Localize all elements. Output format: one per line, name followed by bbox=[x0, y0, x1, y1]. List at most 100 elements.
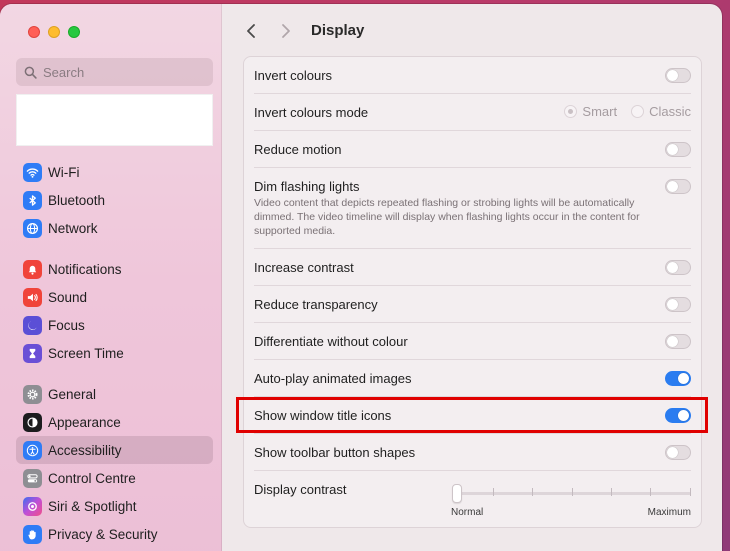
sidebar-item-label: Accessibility bbox=[48, 442, 122, 458]
toolbar-shapes-toggle[interactable] bbox=[665, 445, 691, 460]
differentiate-toggle[interactable] bbox=[665, 334, 691, 349]
sidebar-item-label: Siri & Spotlight bbox=[48, 498, 137, 514]
sidebar-item-label: Wi-Fi bbox=[48, 164, 80, 180]
search-field[interactable] bbox=[16, 58, 213, 86]
setting-label: Auto-play animated images bbox=[254, 371, 412, 386]
moon-icon bbox=[23, 315, 42, 335]
accessibility-icon bbox=[23, 440, 42, 460]
display-settings-panel: Invert colours Invert colours mode Smart… bbox=[243, 56, 702, 528]
sidebar-item-label: Notifications bbox=[48, 261, 122, 277]
setting-label: Display contrast bbox=[254, 482, 347, 497]
radio-label: Classic bbox=[649, 104, 691, 119]
back-button[interactable] bbox=[241, 20, 261, 42]
reduce-transparency-toggle[interactable] bbox=[665, 297, 691, 312]
close-window-button[interactable] bbox=[28, 26, 40, 38]
setting-row-reduce-motion: Reduce motion bbox=[254, 131, 691, 168]
radio-classic[interactable]: Classic bbox=[631, 104, 691, 119]
sidebar-item-label: Focus bbox=[48, 317, 85, 333]
sidebar-item-general[interactable]: General bbox=[16, 380, 213, 408]
sidebar-item-label: Sound bbox=[48, 289, 88, 305]
sidebar-group-system: General Appearance Accessibility Control… bbox=[16, 380, 213, 548]
sidebar-group-notifications: Notifications Sound Focus Screen Time bbox=[16, 255, 213, 367]
sidebar-item-label: Appearance bbox=[48, 414, 121, 430]
sidebar-item-bluetooth[interactable]: Bluetooth bbox=[16, 186, 213, 214]
chevron-left-icon bbox=[247, 24, 255, 38]
display-contrast-slider[interactable] bbox=[452, 484, 691, 503]
window-controls bbox=[28, 26, 80, 38]
setting-label: Reduce transparency bbox=[254, 297, 378, 312]
setting-description: Video content that depicts repeated flas… bbox=[254, 197, 640, 237]
main-content: Display Invert colours Invert colours mo… bbox=[223, 4, 722, 551]
setting-row-reduce-transparency: Reduce transparency bbox=[254, 286, 691, 323]
dim-flashing-toggle[interactable] bbox=[665, 179, 691, 194]
slider-tick bbox=[493, 488, 494, 496]
setting-label: Invert colours mode bbox=[254, 105, 369, 120]
sidebar-item-label: Privacy & Security bbox=[48, 526, 158, 542]
profile-card[interactable] bbox=[16, 94, 213, 146]
setting-label: Show toolbar button shapes bbox=[254, 445, 416, 460]
invert-colours-toggle[interactable] bbox=[665, 68, 691, 83]
sidebar-item-label: General bbox=[48, 386, 97, 402]
slider-tick bbox=[611, 488, 612, 496]
slider-max-label: Maximum bbox=[647, 507, 691, 518]
sidebar-item-accessibility[interactable]: Accessibility bbox=[16, 436, 213, 464]
increase-contrast-toggle[interactable] bbox=[665, 260, 691, 275]
sidebar-item-label: Network bbox=[48, 220, 98, 236]
setting-label: Differentiate without colour bbox=[254, 334, 408, 349]
setting-label: Dim flashing lights bbox=[254, 179, 360, 194]
sidebar-item-notifications[interactable]: Notifications bbox=[16, 255, 213, 283]
slider-tick bbox=[532, 488, 533, 496]
sidebar-item-control-centre[interactable]: Control Centre bbox=[16, 464, 213, 492]
sidebar-item-sound[interactable]: Sound bbox=[16, 283, 213, 311]
slider-tick bbox=[572, 488, 573, 496]
sidebar-item-wifi[interactable]: Wi-Fi bbox=[16, 158, 213, 186]
setting-label: Invert colours bbox=[254, 68, 333, 83]
radio-dot bbox=[564, 105, 578, 118]
bell-icon bbox=[23, 259, 42, 279]
setting-row-invert-mode: Invert colours mode Smart Classic bbox=[254, 94, 691, 131]
gear-icon bbox=[23, 384, 42, 404]
reduce-motion-toggle[interactable] bbox=[665, 142, 691, 157]
invert-mode-radio-group: Smart Classic bbox=[564, 104, 691, 119]
setting-label: Reduce motion bbox=[254, 142, 342, 157]
sidebar-item-label: Screen Time bbox=[48, 345, 124, 361]
setting-row-toolbar-shapes: Show toolbar button shapes bbox=[254, 434, 691, 471]
highlight-box bbox=[236, 397, 708, 433]
radio-dot bbox=[631, 105, 645, 118]
sidebar-item-privacy-security[interactable]: Privacy & Security bbox=[16, 520, 213, 548]
sidebar-item-label: Control Centre bbox=[48, 470, 136, 486]
chevron-right-icon bbox=[282, 24, 290, 38]
autoplay-toggle[interactable] bbox=[665, 371, 691, 386]
radio-label: Smart bbox=[582, 104, 618, 119]
siri-icon bbox=[23, 496, 42, 516]
slider-min-label: Normal bbox=[451, 507, 484, 518]
hand-icon bbox=[23, 524, 42, 544]
slider-knob[interactable] bbox=[452, 484, 462, 503]
radio-smart[interactable]: Smart bbox=[564, 104, 617, 119]
setting-label: Increase contrast bbox=[254, 260, 354, 275]
sidebar-item-siri-spotlight[interactable]: Siri & Spotlight bbox=[16, 492, 213, 520]
forward-button[interactable] bbox=[276, 20, 296, 42]
slider-tick bbox=[690, 488, 691, 496]
sidebar-item-focus[interactable]: Focus bbox=[16, 311, 213, 339]
control-centre-icon bbox=[23, 468, 42, 488]
toolbar: Display bbox=[223, 4, 722, 56]
sidebar-item-screen-time[interactable]: Screen Time bbox=[16, 339, 213, 367]
sidebar-item-network[interactable]: Network bbox=[16, 214, 213, 242]
slider-tick bbox=[650, 488, 651, 496]
settings-window: Wi-Fi Bluetooth Network Notific bbox=[0, 4, 722, 551]
setting-row-differentiate: Differentiate without colour bbox=[254, 323, 691, 360]
zoom-window-button[interactable] bbox=[68, 26, 80, 38]
bluetooth-icon bbox=[23, 190, 42, 210]
search-input[interactable] bbox=[43, 64, 203, 80]
minimize-window-button[interactable] bbox=[48, 26, 60, 38]
setting-row-invert-colours: Invert colours bbox=[254, 57, 691, 94]
sidebar-item-label: Bluetooth bbox=[48, 192, 106, 208]
setting-row-increase-contrast: Increase contrast bbox=[254, 249, 691, 286]
search-icon bbox=[24, 66, 37, 79]
sidebar-group-network: Wi-Fi Bluetooth Network bbox=[16, 158, 213, 242]
speaker-icon bbox=[23, 287, 42, 307]
sidebar-item-appearance[interactable]: Appearance bbox=[16, 408, 213, 436]
page-title: Display bbox=[311, 22, 365, 39]
setting-row-dim-flashing-lights: Dim flashing lights Video content that d… bbox=[254, 168, 691, 249]
